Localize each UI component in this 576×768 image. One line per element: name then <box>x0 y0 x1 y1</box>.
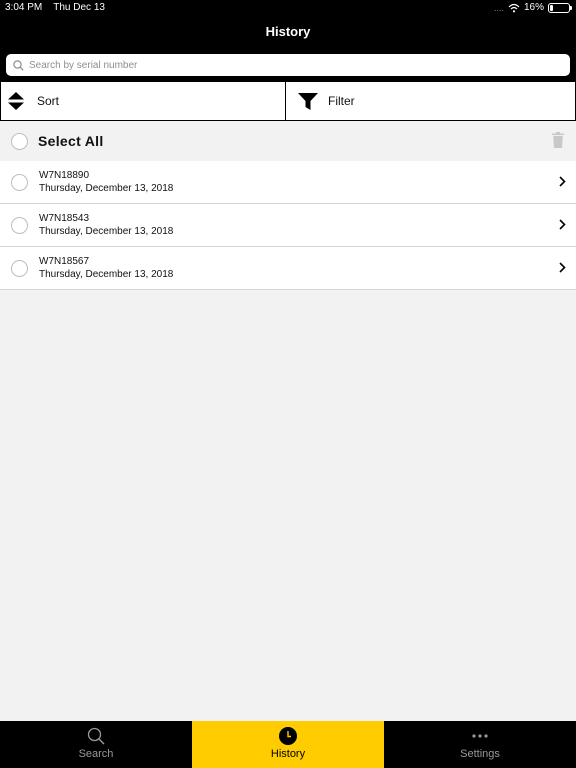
status-bar: 3:04 PM Thu Dec 13 .... 16% <box>0 0 576 16</box>
tab-bar: Search History Settings <box>0 721 576 768</box>
sort-filter-bar: Sort Filter <box>0 81 576 121</box>
chevron-right-icon <box>559 262 566 273</box>
tab-label: Settings <box>460 748 500 760</box>
sort-icon <box>8 92 24 110</box>
history-date: Thursday, December 13, 2018 <box>39 269 174 280</box>
tab-label: History <box>270 748 306 760</box>
chevron-right-icon <box>559 176 566 187</box>
row-checkbox[interactable] <box>11 173 28 191</box>
serial-number: W7N18543 <box>39 213 90 224</box>
filter-label: Filter <box>328 94 355 108</box>
history-date: Thursday, December 13, 2018 <box>39 183 174 194</box>
select-all-label: Select All <box>38 133 104 149</box>
clock-icon <box>279 727 297 745</box>
status-date: Thu Dec 13 <box>53 2 105 13</box>
search-icon <box>13 59 24 71</box>
trash-icon[interactable] <box>552 132 564 148</box>
tab-search[interactable]: Search <box>0 721 192 768</box>
sort-label: Sort <box>37 94 60 108</box>
search-box[interactable] <box>6 54 570 76</box>
navigation-bar: History <box>0 16 576 49</box>
battery-fill <box>550 4 553 11</box>
tab-label: Search <box>78 748 114 760</box>
sort-button[interactable]: Sort <box>0 81 286 121</box>
search-icon <box>87 727 105 745</box>
history-row[interactable]: W7N18890 Thursday, December 13, 2018 <box>0 161 576 204</box>
filter-icon <box>298 92 318 110</box>
wifi-icon <box>508 3 520 12</box>
serial-number: W7N18567 <box>39 256 90 267</box>
row-checkbox[interactable] <box>11 216 28 234</box>
filter-button[interactable]: Filter <box>286 81 576 121</box>
row-checkbox[interactable] <box>11 259 28 277</box>
search-bar <box>0 49 576 81</box>
history-row[interactable]: W7N18567 Thursday, December 13, 2018 <box>0 247 576 290</box>
history-row[interactable]: W7N18543 Thursday, December 13, 2018 <box>0 204 576 247</box>
battery-percent: 16% <box>523 2 544 13</box>
search-input[interactable] <box>29 59 549 71</box>
more-dots-icon <box>472 734 488 738</box>
status-time: 3:04 PM <box>5 2 43 13</box>
signal-dots: .... <box>493 2 504 13</box>
select-all-checkbox[interactable] <box>11 132 28 150</box>
history-list: W7N18890 Thursday, December 13, 2018 W7N… <box>0 161 576 290</box>
history-date: Thursday, December 13, 2018 <box>39 226 174 237</box>
battery-icon <box>548 2 572 13</box>
serial-number: W7N18890 <box>39 170 90 181</box>
tab-history[interactable]: History <box>192 721 384 768</box>
select-all-row: Select All <box>0 121 576 161</box>
page-title: History <box>265 24 311 39</box>
tab-settings[interactable]: Settings <box>384 721 576 768</box>
chevron-right-icon <box>559 219 566 230</box>
